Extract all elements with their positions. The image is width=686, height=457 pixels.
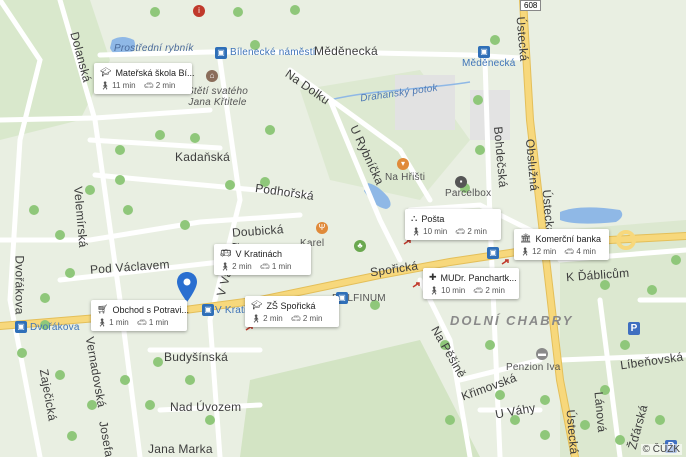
card-title: MUDr. Panchartk... <box>440 272 517 283</box>
copyright-text: © ČÚZK <box>640 444 682 455</box>
card-title: Obchod s Potravi... <box>112 304 189 315</box>
bus-icon: 🚌︎ <box>220 248 232 258</box>
place-card-komercni-banka[interactable]: 🏛︎ Komerční banka 🚶︎ 12 min 🚗︎ 4 min <box>514 229 609 260</box>
car-time: 🚗︎ 2 min <box>143 81 176 90</box>
car-time: 🚗︎ 2 min <box>455 227 487 236</box>
car-time: 🚗︎ 4 min <box>564 247 596 256</box>
walk-time: 🚶︎ 12 min <box>520 247 557 256</box>
place-card-materska-skola[interactable]: 🎓︎ Mateřská škola Bí... 🚶︎ 11 min 🚗︎ 2 min <box>94 63 195 94</box>
cart-icon: 🛒︎ <box>97 304 109 314</box>
school-icon: 🎓︎ <box>251 300 263 310</box>
walk-time: 🚶︎ 10 min <box>429 286 466 295</box>
school-icon: 🎓︎ <box>100 67 112 77</box>
walk-time: 🚶︎ 10 min <box>411 227 448 236</box>
card-title: V Kratinách <box>235 248 282 259</box>
car-time: 🚗︎ 1 min <box>136 318 169 327</box>
car-time: 🚗︎ 2 min <box>290 314 323 323</box>
car-time: 🚗︎ 1 min <box>259 262 292 271</box>
location-pin-icon[interactable] <box>177 272 197 302</box>
medical-icon: ✚ <box>429 272 437 282</box>
card-title: Pošta <box>421 213 445 224</box>
place-card-v-kratinach[interactable]: 🚌︎ V Kratinách 🚶︎ 2 min 🚗︎ 1 min <box>214 244 311 275</box>
map-canvas[interactable]: Měděnecká Kadaňská Podhořská Doubická Po… <box>0 0 686 457</box>
card-title: Komerční banka <box>535 233 601 244</box>
walk-time: 🚶︎ 2 min <box>251 314 283 323</box>
place-card-mudr[interactable]: ✚ MUDr. Panchartk... 🚶︎ 10 min 🚗︎ 2 min <box>423 268 519 299</box>
walk-time: 🚶︎ 11 min <box>100 81 136 90</box>
place-card-obchod[interactable]: 🛒︎ Obchod s Potravi... 🚶︎ 1 min 🚗︎ 1 min <box>91 300 189 331</box>
post-icon: ⛬ <box>411 213 418 223</box>
road-shield: 608 <box>520 0 542 11</box>
walk-time: 🚶︎ 1 min <box>97 318 129 327</box>
place-card-zs-sporicka[interactable]: 🎓︎ ZŠ Spořická 🚶︎ 2 min 🚗︎ 2 min <box>245 296 339 327</box>
card-title: Mateřská škola Bí... <box>115 67 195 78</box>
car-time: 🚗︎ 2 min <box>473 286 505 295</box>
card-title: ZŠ Spořická <box>266 300 316 311</box>
place-card-posta[interactable]: ⛬ Pošta 🚶︎ 10 min 🚗︎ 2 min <box>405 209 501 240</box>
walk-time: 🚶︎ 2 min <box>220 262 252 271</box>
bank-icon: 🏛︎ <box>520 233 532 243</box>
